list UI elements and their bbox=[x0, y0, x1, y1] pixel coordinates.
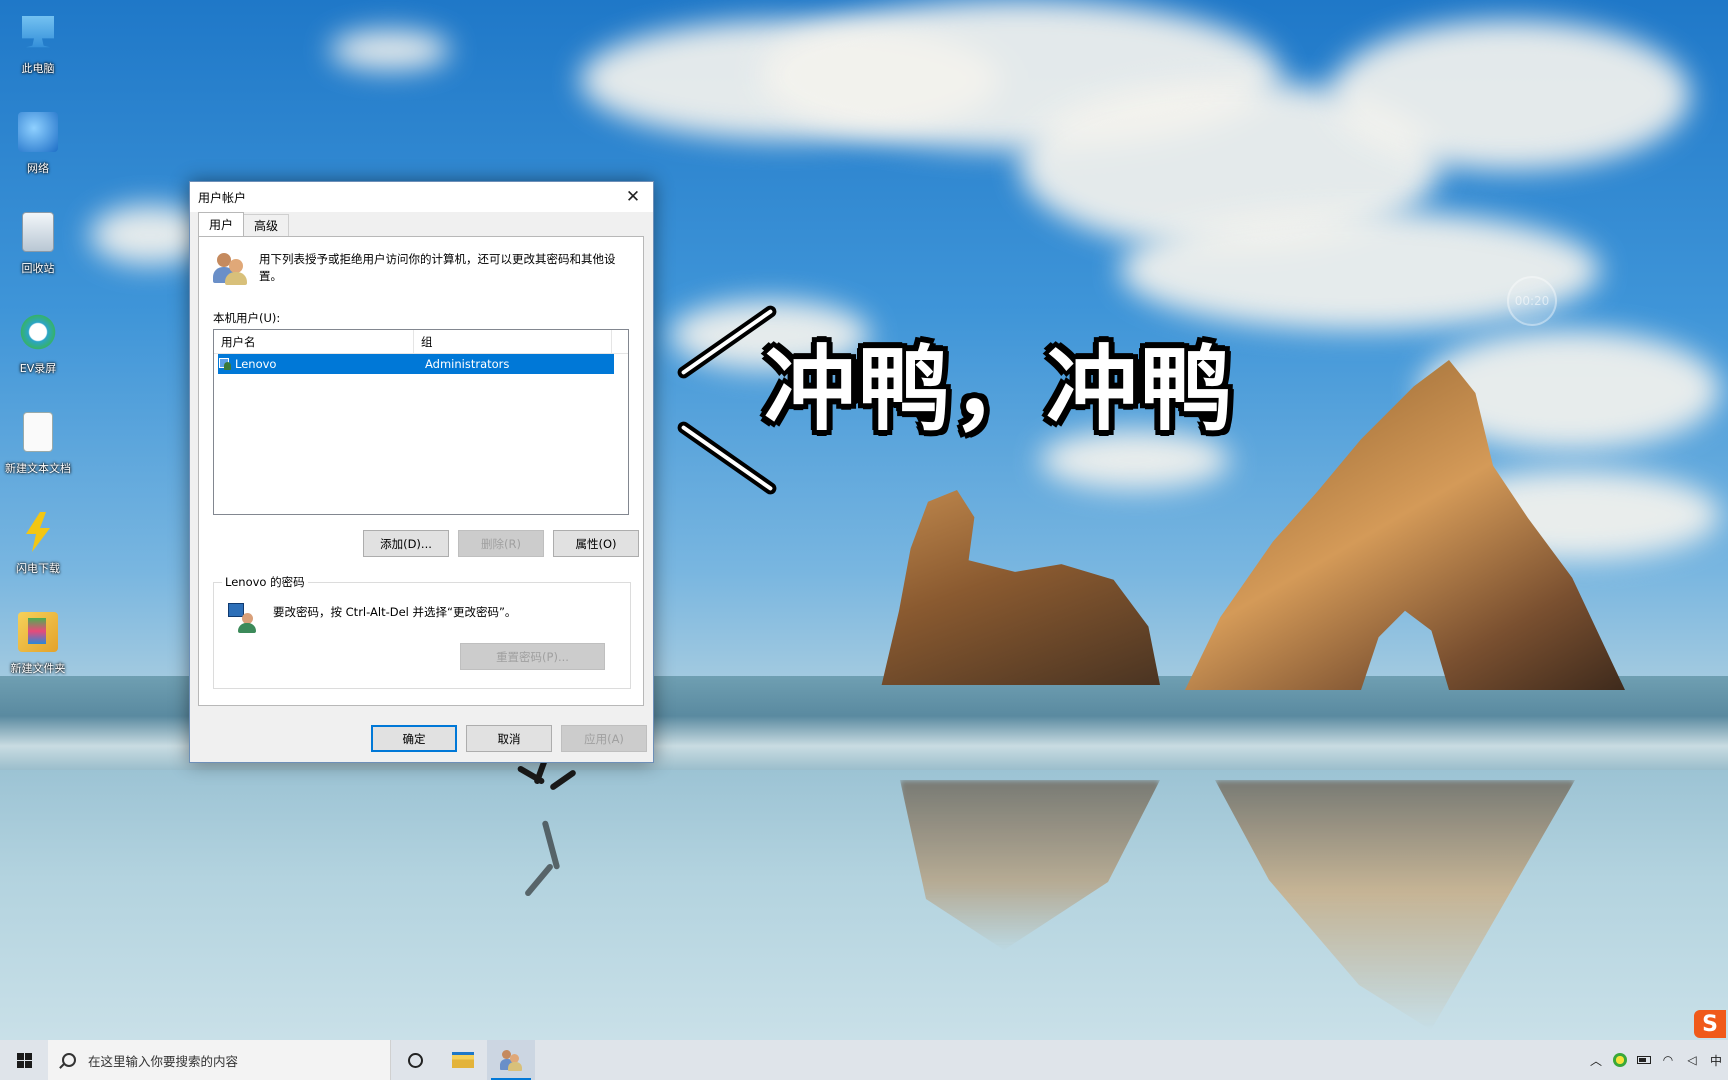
cortana-button[interactable] bbox=[391, 1040, 439, 1080]
recycle-bin-icon bbox=[22, 212, 54, 252]
desktop-icon-ev-recorder[interactable]: EV录屏 bbox=[6, 308, 70, 408]
local-users-label: 本机用户(U): bbox=[213, 311, 281, 325]
tab-advanced[interactable]: 高级 bbox=[243, 214, 290, 236]
search-icon bbox=[62, 1053, 76, 1067]
tray-app-icon[interactable] bbox=[1608, 1040, 1632, 1080]
input-method-icon[interactable]: 中 bbox=[1704, 1040, 1728, 1080]
desktop-icon-text-document[interactable]: 新建文本文档 bbox=[5, 408, 71, 508]
wifi-icon[interactable]: ◠ bbox=[1656, 1040, 1680, 1080]
desktop-icon-network[interactable]: 网络 bbox=[6, 108, 70, 208]
user-row-lenovo[interactable]: Lenovo Administrators bbox=[218, 354, 614, 374]
cell-group: Administrators bbox=[425, 357, 510, 371]
password-instructions: 要改密码，按 Ctrl-Alt-Del 并选择“更改密码”。 bbox=[273, 605, 517, 619]
cell-username: Lenovo bbox=[235, 357, 277, 371]
desktop-icon-new-folder[interactable]: 新建文件夹 bbox=[6, 608, 70, 708]
remove-user-button[interactable]: 删除(R) bbox=[458, 530, 544, 557]
user-accounts-icon bbox=[500, 1049, 522, 1071]
taskbar: 在这里输入你要搜索的内容 ︿ ◠ ◁ 中 bbox=[0, 1040, 1728, 1080]
ev-recorder-icon bbox=[18, 312, 58, 352]
tab-strip: 用户 高级 bbox=[190, 212, 653, 236]
taskbar-file-explorer[interactable] bbox=[439, 1040, 487, 1080]
taskbar-user-accounts[interactable] bbox=[487, 1040, 535, 1080]
system-tray: ︿ ◠ ◁ 中 bbox=[1584, 1040, 1728, 1080]
desktop-icon-label: 回收站 bbox=[21, 262, 55, 275]
password-user-icon bbox=[228, 603, 258, 633]
ok-button[interactable]: 确定 bbox=[371, 725, 457, 752]
desktop-icon-label: 新建文本文档 bbox=[5, 462, 71, 475]
text-document-icon bbox=[23, 412, 53, 452]
users-icon bbox=[213, 251, 247, 285]
desktop-icon-label: EV录屏 bbox=[19, 362, 57, 375]
overlay-caption: 冲鸭，冲鸭 bbox=[764, 336, 1235, 443]
dialog-title: 用户帐户 bbox=[198, 190, 247, 205]
close-button[interactable]: ✕ bbox=[613, 182, 653, 212]
folder-icon bbox=[18, 612, 58, 652]
cancel-button[interactable]: 取消 bbox=[466, 725, 552, 752]
volume-icon[interactable]: ◁ bbox=[1680, 1040, 1704, 1080]
desktop-icon-recycle-bin[interactable]: 回收站 bbox=[6, 208, 70, 308]
user-accounts-dialog: 用户帐户 ✕ 用户 高级 用下列表授予或拒绝用户访问你的计算机，还可以更改其密码… bbox=[189, 181, 654, 763]
start-button[interactable] bbox=[0, 1040, 48, 1080]
network-icon bbox=[18, 112, 58, 152]
desktop-icon-label: 新建文件夹 bbox=[10, 662, 66, 675]
reset-password-button[interactable]: 重置密码(P)... bbox=[460, 643, 605, 670]
taskbar-search-box[interactable]: 在这里输入你要搜索的内容 bbox=[48, 1040, 391, 1080]
cortana-icon bbox=[407, 1052, 423, 1068]
lightning-download-icon bbox=[26, 512, 50, 552]
desktop-icon-label: 此电脑 bbox=[21, 62, 55, 75]
user-icon bbox=[218, 357, 232, 371]
computer-icon bbox=[22, 16, 54, 48]
add-user-button[interactable]: 添加(D)... bbox=[363, 530, 449, 557]
desktop-icons: 此电脑 网络 回收站 EV录屏 新建文本文档 闪电下载 新建文件夹 bbox=[5, 8, 71, 708]
file-explorer-icon bbox=[452, 1052, 474, 1068]
password-group-legend: Lenovo 的密码 bbox=[222, 574, 308, 590]
close-icon: ✕ bbox=[625, 187, 641, 207]
intro-section: 用下列表授予或拒绝用户访问你的计算机，还可以更改其密码和其他设置。 bbox=[213, 251, 633, 285]
password-group: Lenovo 的密码 要改密码，按 Ctrl-Alt-Del 并选择“更改密码”… bbox=[213, 574, 631, 689]
show-hidden-icons-chevron-up-icon[interactable]: ︿ bbox=[1584, 1040, 1608, 1080]
list-header: 用户名 组 bbox=[214, 330, 628, 354]
battery-icon[interactable] bbox=[1632, 1040, 1656, 1080]
tab-users[interactable]: 用户 bbox=[198, 212, 245, 236]
intro-text: 用下列表授予或拒绝用户访问你的计算机，还可以更改其密码和其他设置。 bbox=[259, 252, 616, 283]
input-method-logo[interactable]: S bbox=[1694, 1010, 1726, 1038]
column-header-username[interactable]: 用户名 bbox=[214, 330, 414, 353]
desktop-icon-label: 网络 bbox=[27, 162, 49, 175]
dialog-titlebar[interactable]: 用户帐户 ✕ bbox=[190, 182, 653, 212]
column-header-group[interactable]: 组 bbox=[414, 330, 612, 353]
properties-button[interactable]: 属性(O) bbox=[553, 530, 639, 557]
recording-timer: 00:20 bbox=[1507, 276, 1557, 326]
desktop-icon-label: 闪电下载 bbox=[16, 562, 60, 575]
desktop-icon-lightning-download[interactable]: 闪电下载 bbox=[6, 508, 70, 608]
desktop-icon-this-pc[interactable]: 此电脑 bbox=[6, 8, 70, 108]
users-tab-panel: 用下列表授予或拒绝用户访问你的计算机，还可以更改其密码和其他设置。 本机用户(U… bbox=[198, 236, 644, 706]
users-list[interactable]: 用户名 组 Lenovo Administrators bbox=[213, 329, 629, 515]
search-placeholder: 在这里输入你要搜索的内容 bbox=[88, 1053, 239, 1069]
windows-logo-icon bbox=[16, 1052, 32, 1068]
apply-button[interactable]: 应用(A) bbox=[561, 725, 647, 752]
